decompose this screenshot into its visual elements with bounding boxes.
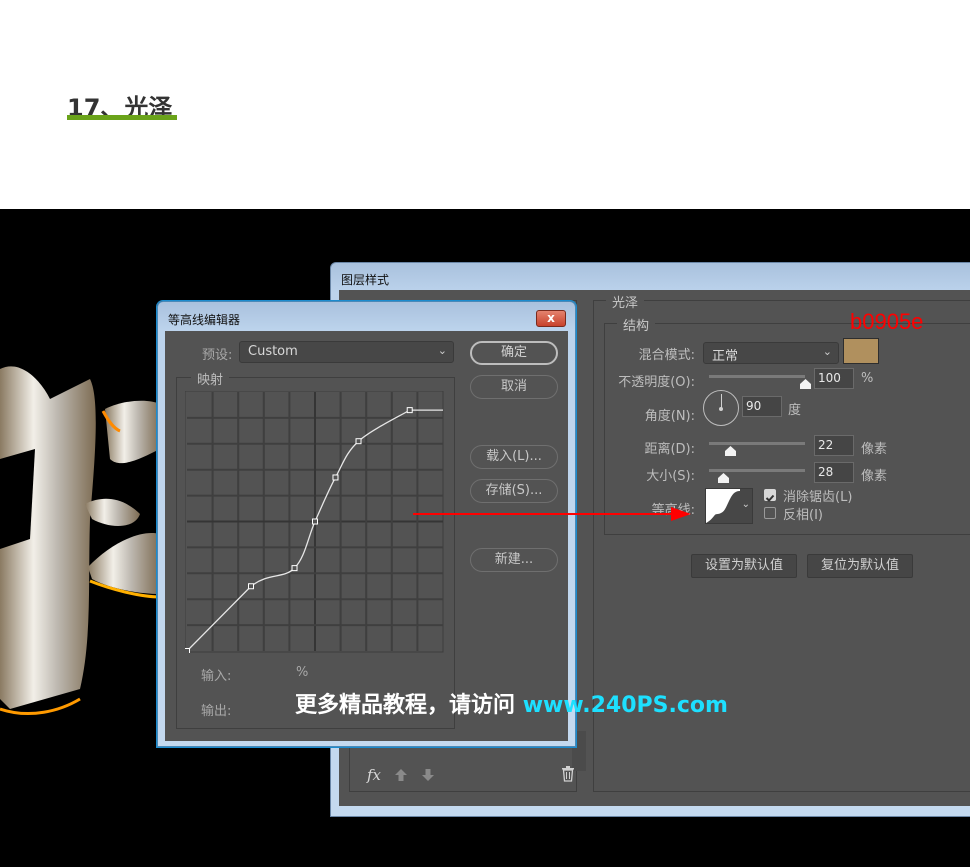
input-unit: % <box>296 665 309 680</box>
contour-graph[interactable] <box>185 391 444 653</box>
color-hex-annotation: b0905e <box>850 309 924 334</box>
reset-default-button[interactable]: 复位为默认值 <box>807 554 913 578</box>
watermark-url: www.240PS.com <box>522 693 728 718</box>
satin-section-label: 光泽 <box>606 292 645 311</box>
angle-input[interactable]: 90 <box>742 396 782 417</box>
chevron-down-icon: ⌄ <box>822 345 832 358</box>
screenshot-stage: 图层样式 fx 光泽 结构 混合模式: 正常 ⌄ 不透明度(O): 100 % … <box>0 209 970 867</box>
size-unit: 像素 <box>861 469 888 484</box>
watermark-text: 更多精品教程，请访问 <box>295 693 516 718</box>
curve-control-point[interactable] <box>291 565 298 572</box>
opacity-unit: % <box>861 371 874 386</box>
contour-editor-title: 等高线编辑器 <box>168 313 241 327</box>
size-input[interactable]: 28 <box>814 462 854 483</box>
structure-group: 结构 混合模式: 正常 ⌄ 不透明度(O): 100 % 角度(N): 90 度… <box>604 315 970 535</box>
size-label: 大小(S): <box>646 469 695 484</box>
curve-control-point[interactable] <box>185 648 190 654</box>
layer-style-title: 图层样式 <box>341 273 390 287</box>
invert-checkbox[interactable] <box>764 507 776 519</box>
angle-dial[interactable] <box>703 390 739 426</box>
structure-label: 结构 <box>617 315 656 334</box>
blend-mode-select[interactable]: 正常 ⌄ <box>703 342 839 364</box>
preset-label: 预设: <box>202 348 233 363</box>
preset-select[interactable]: Custom ⌄ <box>239 341 454 363</box>
load-button[interactable]: 载入(L)... <box>470 445 558 469</box>
size-slider-thumb[interactable] <box>718 473 730 483</box>
output-label: 输出: <box>201 704 232 719</box>
mapping-label: 映射 <box>191 369 230 388</box>
fx-button[interactable]: fx <box>367 766 381 784</box>
opacity-input[interactable]: 100 <box>814 368 854 389</box>
distance-input[interactable]: 22 <box>814 435 854 456</box>
distance-label: 距离(D): <box>644 442 695 457</box>
curve-control-point[interactable] <box>332 474 339 481</box>
contour-preview-icon <box>706 489 740 523</box>
move-up-icon[interactable] <box>394 768 408 782</box>
distance-unit: 像素 <box>861 442 888 457</box>
contour-editor-window: 等高线编辑器 x 预设: Custom ⌄ 映射 输入: % 输出: 确定 取消… <box>157 301 576 747</box>
cancel-button[interactable]: 取消 <box>470 375 558 399</box>
opacity-label: 不透明度(O): <box>618 375 695 390</box>
blend-mode-value: 正常 <box>712 349 739 364</box>
opacity-slider[interactable] <box>709 375 805 378</box>
checkmark-icon <box>765 494 775 502</box>
metallic-text-artwork <box>0 366 160 716</box>
close-button[interactable]: x <box>536 310 566 327</box>
new-button[interactable]: 新建... <box>470 548 558 572</box>
contour-picker[interactable]: ⌄ <box>705 488 753 524</box>
trash-icon[interactable] <box>561 766 575 782</box>
invert-label: 反相(I) <box>783 508 823 523</box>
input-label: 输入: <box>201 669 232 684</box>
set-default-button[interactable]: 设置为默认值 <box>691 554 797 578</box>
size-slider[interactable] <box>709 469 805 472</box>
ok-button[interactable]: 确定 <box>470 341 558 365</box>
angle-unit: 度 <box>788 403 802 418</box>
antialias-checkbox[interactable] <box>764 489 776 502</box>
curve-control-point[interactable] <box>248 583 254 590</box>
curve-control-point[interactable] <box>355 438 362 445</box>
close-icon: x <box>547 311 555 325</box>
move-down-icon[interactable] <box>421 768 435 782</box>
preset-value: Custom <box>248 344 298 359</box>
red-arrow-annotation <box>413 507 691 521</box>
chevron-down-icon: ⌄ <box>741 499 750 510</box>
chevron-down-icon: ⌄ <box>437 344 447 357</box>
curve-control-point[interactable] <box>406 407 413 414</box>
title-underline <box>67 115 177 120</box>
save-button[interactable]: 存储(S)... <box>470 479 558 503</box>
styles-list-footer: fx <box>349 758 577 792</box>
watermark: 更多精品教程，请访问 www.240PS.com <box>295 687 728 719</box>
blend-mode-label: 混合模式: <box>638 348 695 363</box>
contour-editor-body: 预设: Custom ⌄ 映射 输入: % 输出: 确定 取消 载入(L)...… <box>165 331 568 741</box>
angle-dial-center <box>719 407 723 411</box>
opacity-slider-thumb[interactable] <box>800 379 811 389</box>
curve-control-point[interactable] <box>312 518 318 525</box>
antialias-label: 消除锯齿(L) <box>783 490 853 505</box>
distance-slider[interactable] <box>709 442 805 445</box>
distance-slider-thumb[interactable] <box>725 446 737 456</box>
satin-color-swatch[interactable] <box>843 338 879 364</box>
angle-label: 角度(N): <box>644 409 695 424</box>
